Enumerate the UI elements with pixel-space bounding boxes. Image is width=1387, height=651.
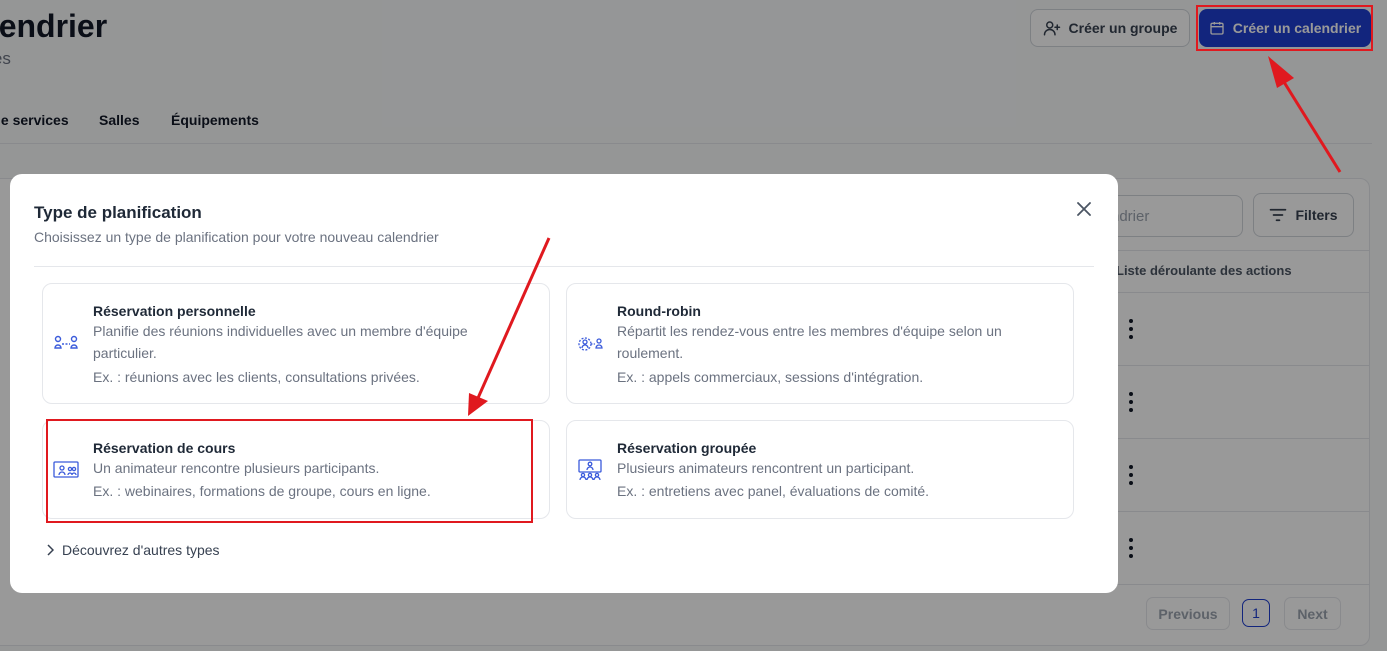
chevron-right-icon [47,544,54,556]
option-example: Ex. : appels commerciaux, sessions d'int… [617,369,924,385]
collective-booking-icon [578,459,602,481]
close-icon[interactable] [1075,200,1093,218]
round-robin-icon [578,337,603,351]
option-example: Ex. : réunions avec les clients, consult… [93,369,420,385]
modal-subtitle: Choisissez un type de planification pour… [34,229,439,245]
option-title: Réservation personnelle [93,303,256,319]
annotation-highlight-create-calendar [1196,5,1373,51]
discover-more-types[interactable]: Découvrez d'autres types [46,542,220,558]
option-description: Plusieurs animateurs rencontrent un part… [617,460,915,476]
modal-title: Type de planification [34,203,202,222]
one-to-one-icon [54,335,78,349]
scheduling-type-modal: Type de planification Choisissez un type… [10,174,1118,593]
option-title: Réservation groupée [617,440,757,456]
option-round-robin[interactable]: Round-robin Répartit les rendez-vous ent… [566,283,1074,404]
modal-divider [34,266,1094,267]
option-example: Ex. : entretiens avec panel, évaluations… [617,483,930,499]
discover-more-label: Découvrez d'autres types [62,542,220,558]
option-title: Round-robin [617,303,701,319]
option-description: Planifie des réunions individuelles avec… [93,323,468,361]
annotation-highlight-class-booking [46,419,533,523]
option-personal-booking[interactable]: Réservation personnelle Planifie des réu… [42,283,550,404]
option-description: Répartit les rendez-vous entre les membr… [617,323,1002,361]
option-collective-booking[interactable]: Réservation groupée Plusieurs animateurs… [566,420,1074,519]
